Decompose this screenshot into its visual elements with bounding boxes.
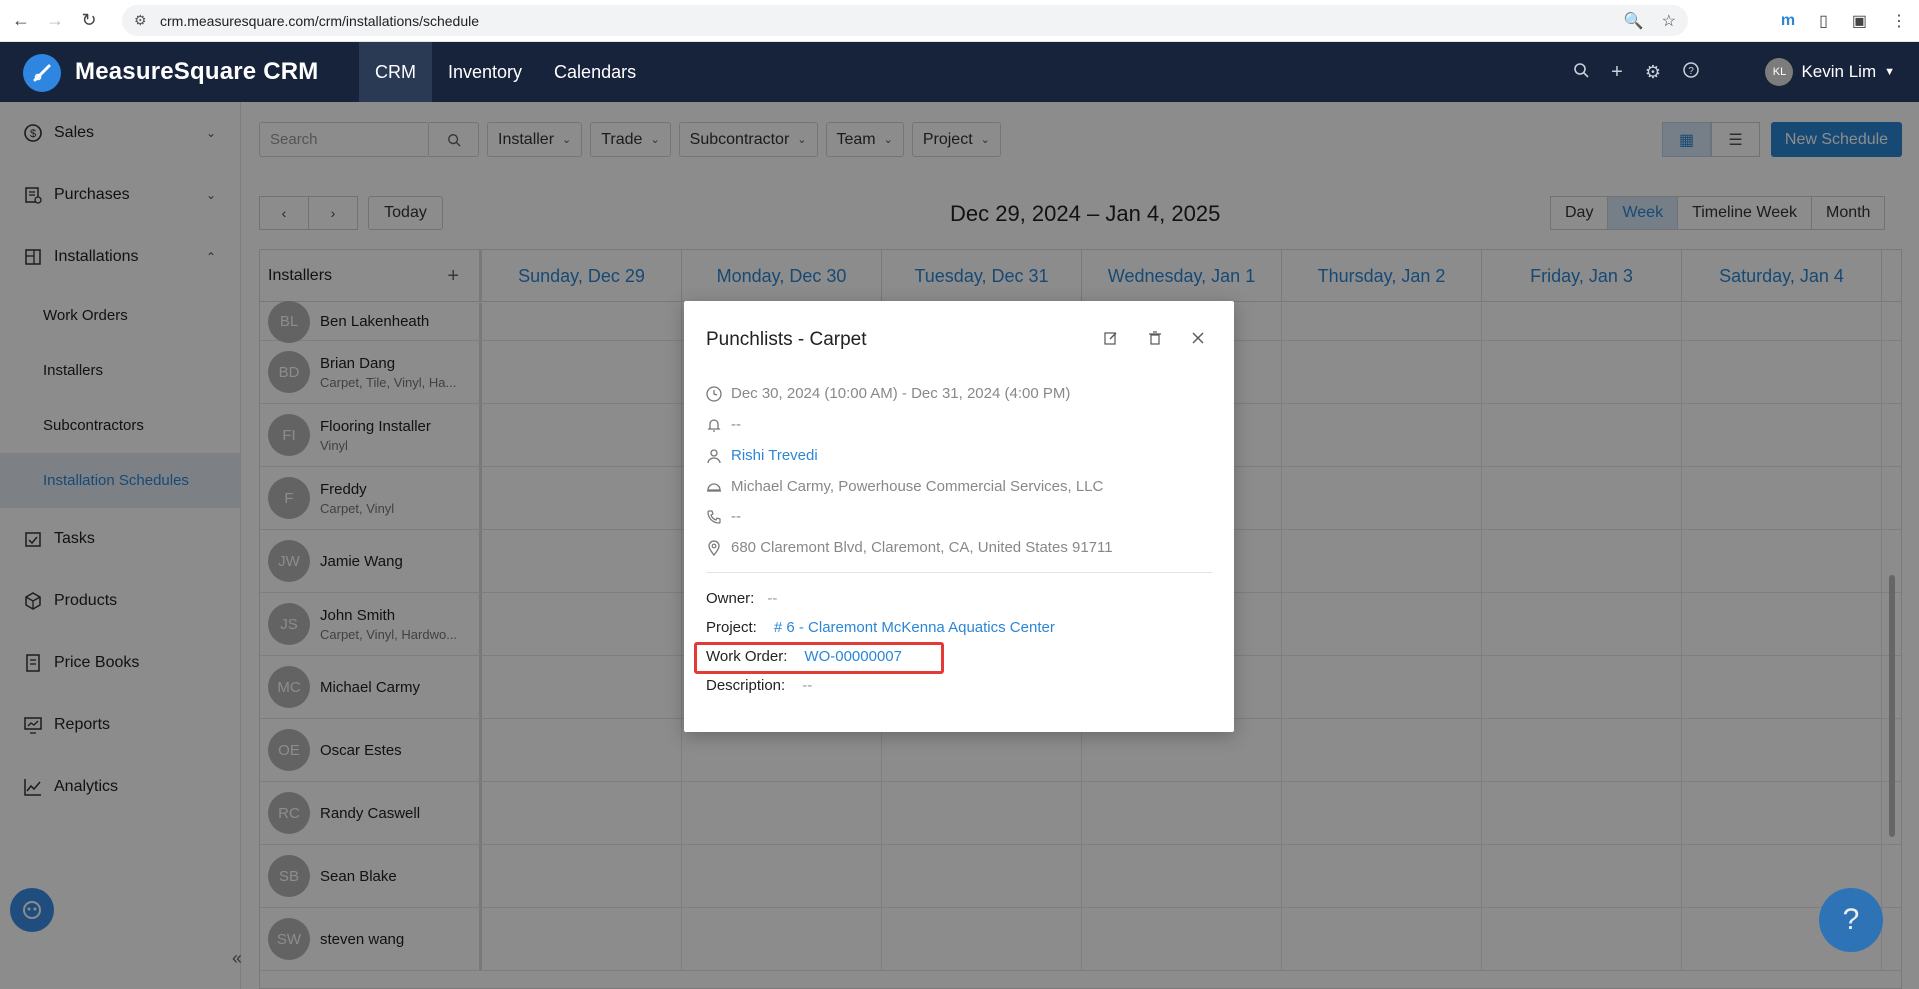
description-label: Description: [706,677,786,694]
reminder-text: -- [731,416,741,433]
highlight-box [694,642,944,674]
assignee-row: Rishi Trevedi [706,447,818,464]
assignee-link[interactable]: Rishi Trevedi [731,447,818,464]
datetime-text: Dec 30, 2024 (10:00 AM) - Dec 31, 2024 (… [731,385,1071,402]
owner-label: Owner: [706,590,755,607]
site-info-icon[interactable]: ⚙ [134,12,152,29]
topnav-calendars[interactable]: Calendars [538,42,652,102]
menu-kebab-icon[interactable]: ⋮ [1891,11,1907,31]
delete-icon[interactable] [1148,331,1162,349]
search-icon[interactable] [1573,62,1589,83]
project-link[interactable]: # 6 - Claremont McKenna Aquatics Center [774,619,1055,636]
phone-text: -- [731,508,741,525]
extension-icon[interactable]: m [1781,12,1795,30]
edit-icon[interactable] [1104,331,1118,349]
avatar: KL [1765,58,1794,86]
topnav-crm[interactable]: CRM [359,42,432,102]
phone-row: -- [706,508,741,525]
owner-value: -- [767,590,778,607]
app-header: MeasureSquare CRM CRM Inventory Calendar… [0,42,1919,102]
user-name: Kevin Lim [1801,62,1877,81]
project-label: Project: [706,619,757,636]
logo-icon[interactable] [23,54,61,92]
back-icon[interactable]: ← [8,8,34,34]
address-bar[interactable]: ⚙ crm.measuresquare.com/crm/installation… [122,5,1688,36]
event-detail-modal: Punchlists - Carpet Dec 30, 2024 (10:00 … [684,301,1234,732]
owner-row: Owner: -- [706,590,777,607]
add-icon[interactable]: + [1611,61,1623,84]
description-value: -- [802,677,813,694]
bookmark-star-icon[interactable]: ☆ [1662,11,1676,31]
puzzle-icon[interactable]: ▯ [1819,11,1828,31]
url-text: crm.measuresquare.com/crm/installations/… [160,12,480,29]
address-text: 680 Claremont Blvd, Claremont, CA, Unite… [731,539,1113,556]
help-chat-button[interactable]: ? [1819,888,1883,952]
close-icon[interactable] [1192,331,1204,349]
tab-search-icon[interactable]: ▣ [1852,11,1867,31]
help-icon[interactable]: ? [1683,61,1699,83]
location-pin-icon [706,539,731,556]
forward-icon[interactable]: → [42,8,68,34]
hard-hat-icon [706,479,731,495]
browser-toolbar: ← → ↻ ⚙ crm.measuresquare.com/crm/instal… [0,0,1919,42]
modal-title: Punchlists - Carpet [706,329,867,350]
user-icon [706,448,731,464]
project-row: Project: # 6 - Claremont McKenna Aquatic… [706,619,1055,636]
gear-icon[interactable]: ⚙ [1645,62,1661,83]
divider [706,572,1212,573]
caret-down-icon: ▼ [1884,66,1895,78]
reload-icon[interactable]: ↻ [76,8,102,34]
installer-text: Michael Carmy, Powerhouse Commercial Ser… [731,478,1104,495]
description-row: Description: -- [706,677,812,694]
brand-name: MeasureSquare CRM [75,58,319,85]
svg-text:?: ? [1688,66,1694,77]
datetime-row: Dec 30, 2024 (10:00 AM) - Dec 31, 2024 (… [706,385,1070,402]
phone-icon [706,509,731,525]
clock-icon [706,385,731,402]
topnav-inventory[interactable]: Inventory [432,42,538,102]
bell-icon [706,417,731,433]
zoom-icon[interactable]: 🔍 [1624,11,1644,31]
top-nav: CRM Inventory Calendars [359,42,652,102]
installer-row: Michael Carmy, Powerhouse Commercial Ser… [706,478,1103,495]
reminder-row: -- [706,416,741,433]
address-row: 680 Claremont Blvd, Claremont, CA, Unite… [706,539,1113,556]
user-menu[interactable]: KL Kevin Lim ▼ [1765,42,1895,102]
